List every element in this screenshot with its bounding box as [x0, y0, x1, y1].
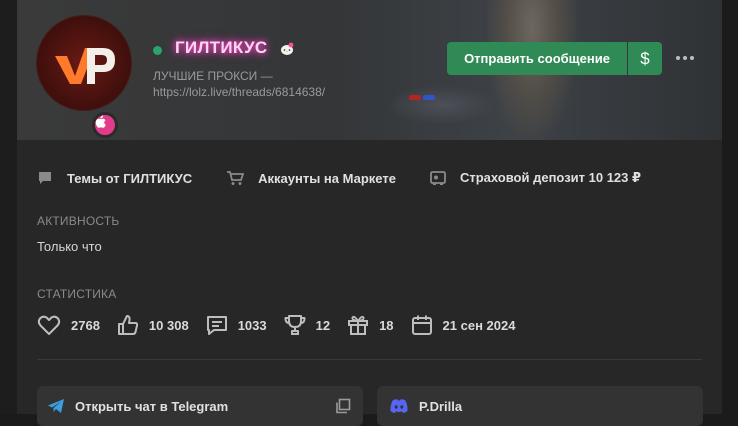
activity-value: Только что — [37, 239, 102, 254]
stat-registration-date: 21 сен 2024 — [411, 314, 516, 336]
hello-kitty-icon — [281, 42, 294, 55]
link-insurance-deposit[interactable]: Страховой депозит 10 123 ₽ — [430, 170, 641, 186]
trophy-icon — [284, 315, 306, 335]
deposit-icon — [430, 171, 446, 185]
like-icon — [117, 315, 139, 335]
avatar[interactable] — [37, 16, 131, 138]
apple-badge-icon — [92, 112, 118, 138]
online-status-dot — [153, 46, 162, 55]
section-divider — [37, 359, 702, 360]
copy-icon[interactable] — [335, 398, 351, 414]
stats-heading: СТАТИСТИКА — [37, 287, 117, 301]
stat-sympathies[interactable]: 10 308 — [117, 314, 189, 336]
discord-label: P.Drilla — [419, 398, 463, 414]
profile-panel: ГИЛТИКУС ЛУЧШИЕ ПРОКСИ — https://lolz.li… — [17, 0, 722, 426]
activity-heading: АКТИВНОСТЬ — [37, 214, 120, 228]
right-background-strip — [722, 0, 738, 414]
dots-icon — [676, 56, 694, 60]
user-title-line1: ЛУЧШИЕ ПРОКСИ — — [153, 69, 273, 83]
telegram-icon — [48, 399, 64, 413]
stats-row: 2768 10 308 1033 12 18 21 сен 2024 — [37, 313, 532, 337]
message-icon — [206, 316, 227, 335]
link-label: Страховой депозит 10 123 ₽ — [459, 170, 642, 185]
heart-icon — [37, 315, 61, 335]
send-message-button[interactable]: Отправить сообщение — [447, 42, 627, 75]
avatar-logo — [55, 48, 115, 84]
stat-value: 12 — [315, 317, 331, 333]
stat-value: 21 сен 2024 — [442, 317, 516, 333]
discord-icon — [390, 399, 408, 413]
link-label: Темы от ГИЛТИКУС — [67, 170, 193, 186]
stat-trophies[interactable]: 12 — [284, 314, 330, 336]
stat-messages[interactable]: 1033 — [206, 314, 267, 336]
stat-value: 10 308 — [148, 317, 189, 333]
stat-value: 2768 — [71, 317, 100, 333]
send-money-button[interactable]: $ — [628, 42, 662, 75]
profile-links: Темы от ГИЛТИКУС Аккаунты на Маркете Стр… — [37, 168, 675, 188]
user-title-link[interactable]: https://lolz.live/threads/6814638/ — [153, 84, 393, 100]
stat-value: 18 — [379, 317, 394, 333]
gift-icon — [348, 315, 369, 335]
link-label: Аккаунты на Маркете — [258, 170, 396, 186]
username[interactable]: ГИЛТИКУС — [175, 38, 267, 58]
link-market-accounts[interactable]: Аккаунты на Маркете — [226, 170, 396, 186]
profile-banner: ГИЛТИКУС ЛУЧШИЕ ПРОКСИ — https://lolz.li… — [17, 0, 722, 140]
stat-gifts[interactable]: 18 — [347, 314, 394, 336]
stat-likes[interactable]: 2768 — [37, 314, 100, 336]
telegram-contact-card[interactable]: Открыть чат в Telegram — [37, 386, 363, 426]
stat-value: 1033 — [237, 317, 267, 333]
chat-bubble-icon — [39, 172, 51, 184]
telegram-label: Открыть чат в Telegram — [75, 398, 229, 414]
discord-contact-card[interactable]: P.Drilla — [377, 386, 703, 426]
more-options-button[interactable] — [673, 44, 697, 72]
left-background-strip — [0, 0, 17, 414]
banner-car-image — [387, 85, 497, 125]
calendar-icon — [411, 315, 432, 335]
user-title: ЛУЧШИЕ ПРОКСИ — https://lolz.live/thread… — [153, 68, 393, 100]
link-user-threads[interactable]: Темы от ГИЛТИКУС — [37, 170, 192, 186]
cart-icon — [227, 171, 245, 185]
